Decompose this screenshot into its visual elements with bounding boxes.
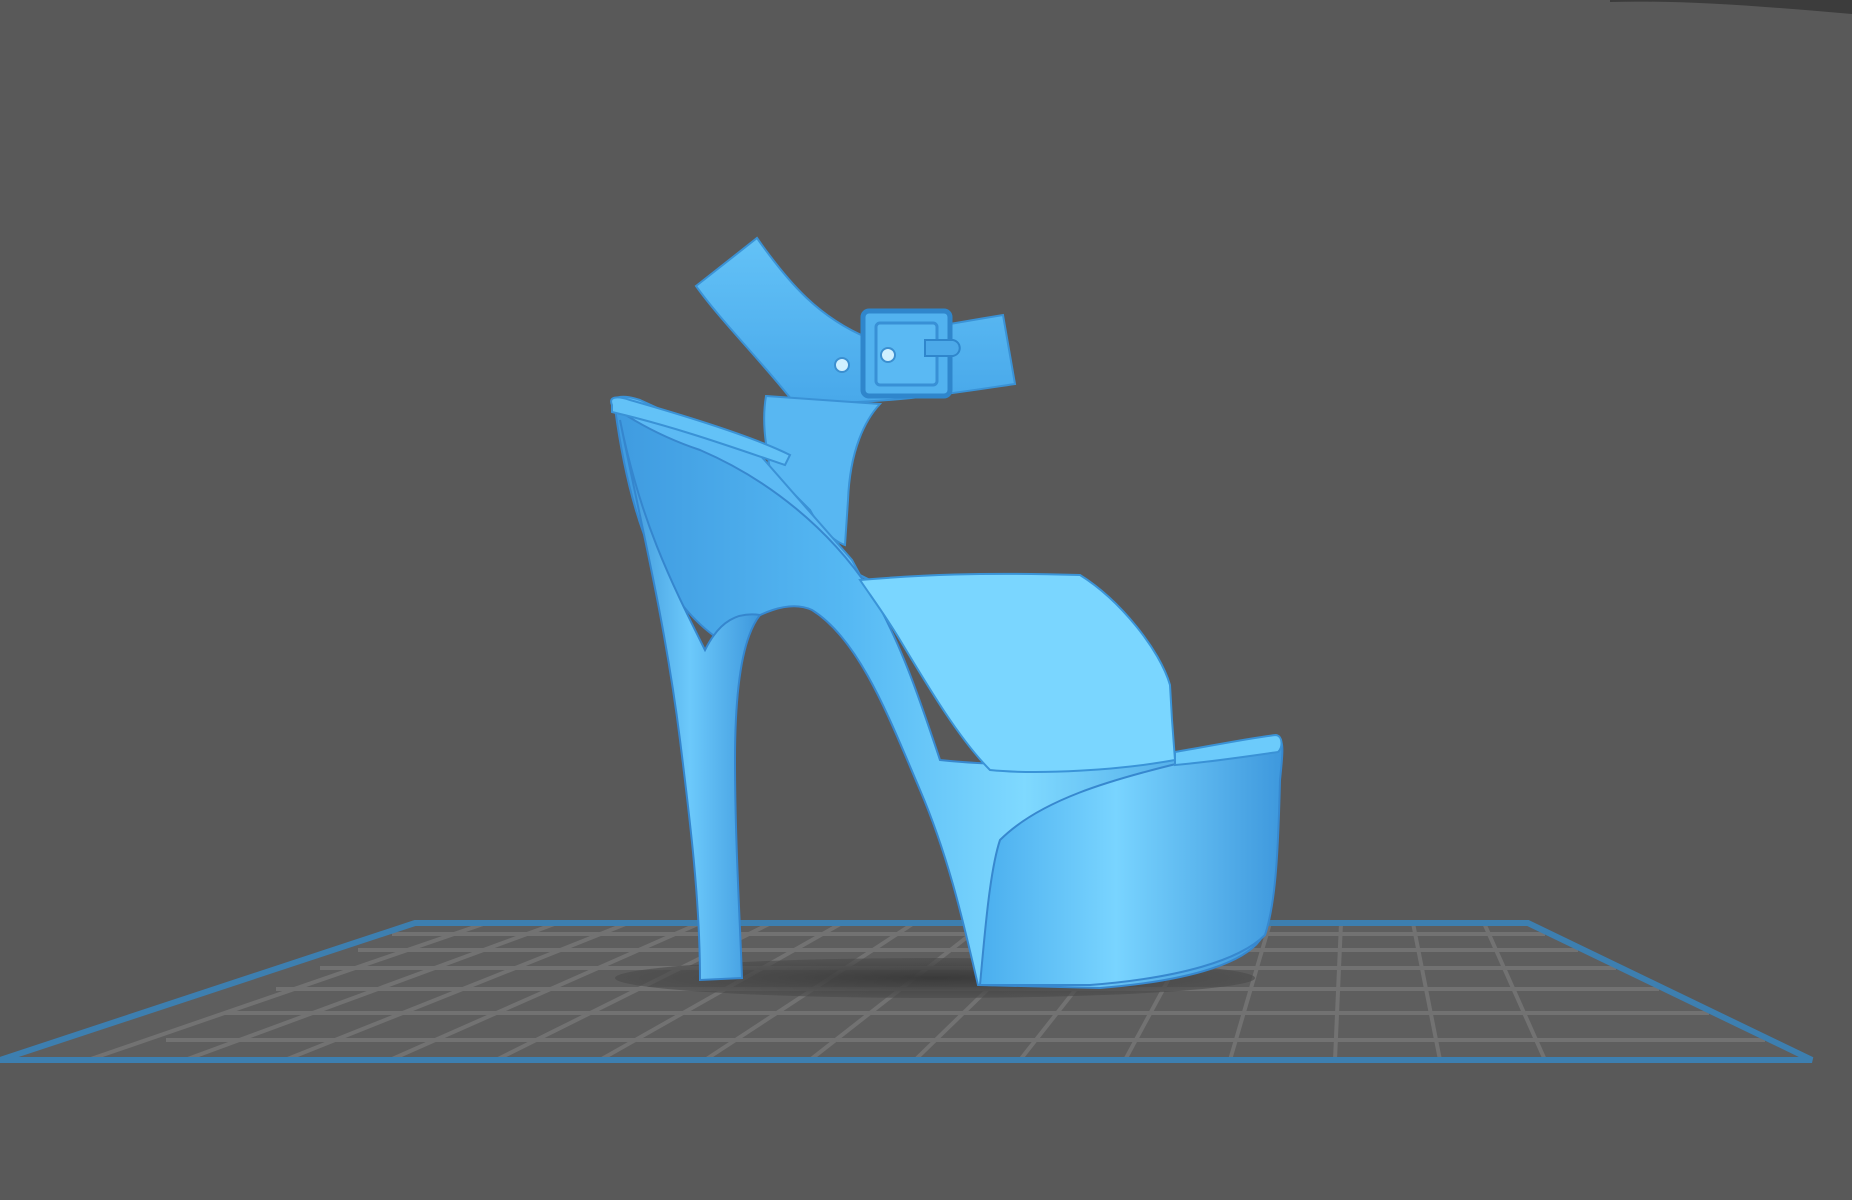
scene-canvas[interactable] (0, 0, 1852, 1200)
top-edge-artifact (1610, 0, 1852, 14)
buckle (860, 308, 961, 399)
shoe-model[interactable] (610, 236, 1284, 990)
strap-hole (834, 357, 850, 373)
ankle-strap-back (694, 236, 1017, 406)
3d-viewport[interactable] (0, 0, 1852, 1200)
strap-hole (880, 347, 896, 363)
